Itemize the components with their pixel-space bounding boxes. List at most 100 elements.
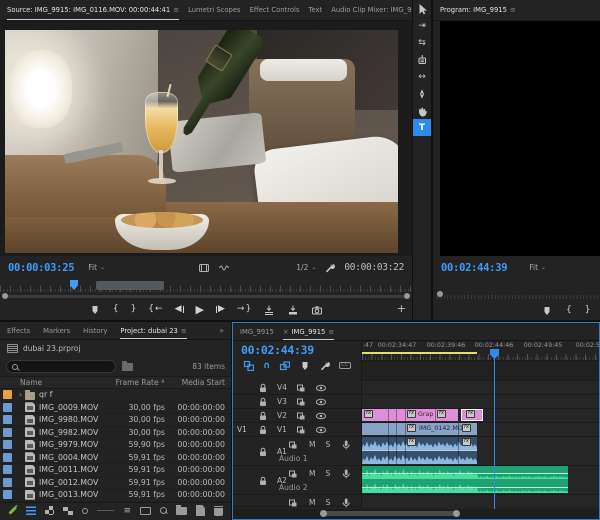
tab-history[interactable]: History: [83, 322, 107, 339]
audio-clip-a2[interactable]: [362, 466, 568, 493]
overwrite-button[interactable]: [287, 304, 299, 316]
source-scrubber[interactable]: [0, 279, 412, 292]
tab-markers[interactable]: Markers: [43, 322, 70, 339]
zoom-slider-track[interactable]: [97, 510, 114, 511]
solo-button[interactable]: S: [325, 498, 330, 507]
tab-program[interactable]: Program: IMG_9915 ≡: [440, 0, 516, 20]
settings-wrench-icon[interactable]: [324, 262, 336, 274]
video-clip[interactable]: fx IMG_0142.MOV fx: [362, 423, 477, 435]
expander-icon[interactable]: ›: [16, 390, 25, 399]
new-item-button[interactable]: [196, 505, 205, 516]
source-current-timecode[interactable]: 00:00:03:25: [8, 262, 74, 274]
tab-source[interactable]: Source: IMG_9915: IMG_0116.MOV: 00:00:44…: [7, 0, 179, 20]
solo-button[interactable]: S: [325, 440, 330, 449]
hand-tool[interactable]: [413, 102, 431, 119]
track-header-a2[interactable]: A2 M S Audio 2: [233, 466, 361, 495]
program-zoom-select[interactable]: Fit ⌄: [529, 263, 546, 272]
toggle-output-eye-icon[interactable]: [315, 424, 327, 436]
scrollbar-handle-right[interactable]: [404, 293, 410, 299]
delete-button[interactable]: [214, 505, 223, 516]
timeline-playhead-timecode[interactable]: 00:02:44:39: [241, 343, 361, 357]
track-header-v3[interactable]: V3: [233, 395, 361, 409]
source-patch-v1[interactable]: V1: [237, 425, 247, 434]
timeline-playhead[interactable]: [494, 349, 495, 509]
new-search-bin-icon[interactable]: [122, 363, 133, 371]
playback-resolution-select[interactable]: 1/2 ⌄: [296, 263, 316, 272]
table-row[interactable]: IMG_0011.MOV 59,91 fps 00:00:00:00: [0, 464, 231, 477]
track-name[interactable]: Audio 2: [279, 483, 307, 492]
step-forward-button[interactable]: ▶: [216, 305, 225, 314]
label-color-chip[interactable]: [3, 415, 12, 424]
table-row[interactable]: IMG_0012.MOV 59,91 fps 00:00:00:00: [0, 477, 231, 490]
icon-view-button[interactable]: [45, 505, 54, 516]
freeform-view-button[interactable]: [63, 505, 73, 516]
column-name[interactable]: Name: [0, 378, 109, 387]
close-icon[interactable]: ×: [283, 328, 289, 336]
tab-sequence-1[interactable]: IMG_9915: [240, 323, 274, 340]
go-to-out-button[interactable]: →}: [237, 305, 251, 314]
track-id[interactable]: V2: [277, 411, 287, 420]
voiceover-mic-icon[interactable]: [340, 497, 352, 508]
mute-button[interactable]: M: [309, 440, 315, 449]
insert-button[interactable]: [263, 304, 275, 316]
mute-button[interactable]: M: [309, 469, 315, 478]
track-v4-content[interactable]: [362, 381, 599, 395]
add-marker-button[interactable]: [541, 305, 553, 317]
sync-lock-icon[interactable]: [295, 396, 307, 407]
label-color-chip[interactable]: [3, 403, 12, 412]
voiceover-mic-icon[interactable]: [340, 439, 352, 450]
track-id[interactable]: V3: [277, 397, 287, 406]
drag-audio-icon[interactable]: [218, 262, 230, 274]
panel-menu-icon[interactable]: ≡: [173, 6, 179, 14]
step-back-button[interactable]: ◀: [175, 305, 184, 314]
ripple-edit-tool[interactable]: ⇆: [413, 34, 431, 51]
solo-button[interactable]: S: [325, 469, 330, 478]
tab-effect-controls[interactable]: Effect Controls: [250, 0, 300, 20]
drag-video-icon[interactable]: [198, 262, 210, 274]
timeline-ruler[interactable]: :47 00:02:34:47 00:02:39:46 00:02:44:46 …: [362, 341, 599, 361]
search-input[interactable]: [6, 360, 116, 373]
mute-button[interactable]: M: [309, 498, 315, 507]
scrollbar-thumb[interactable]: [322, 511, 458, 516]
tab-project[interactable]: Project: dubai 23 ≡: [120, 322, 186, 339]
add-marker-button[interactable]: [89, 304, 101, 316]
program-video-area[interactable]: [440, 21, 600, 256]
audio-clip-a1[interactable]: fx fx: [362, 437, 477, 464]
column-frame-rate[interactable]: Frame Rate ∧: [109, 378, 165, 387]
timeline-horizontal-scrollbar[interactable]: [233, 509, 599, 519]
toggle-output-eye-icon[interactable]: [315, 410, 327, 422]
column-media-start[interactable]: Media Start: [165, 378, 231, 387]
graphic-clip-selected[interactable]: fx: [461, 409, 483, 421]
table-row[interactable]: IMG_0004.MOV 59,91 fps 00:00:00:00: [0, 452, 231, 465]
label-color-chip[interactable]: [3, 490, 12, 499]
track-name[interactable]: Audio 1: [279, 454, 307, 463]
track-id[interactable]: V4: [277, 383, 287, 392]
track-header-a3[interactable]: M S: [233, 495, 361, 507]
export-frame-button[interactable]: [311, 304, 323, 316]
tab-audio-clip-mixer[interactable]: Audio Clip Mixer: IMG_991: [331, 0, 412, 20]
graphic-clip[interactable]: fx fx Grap fx: [362, 409, 458, 421]
play-button[interactable]: ▶: [196, 304, 204, 315]
button-editor-button[interactable]: +: [397, 302, 406, 315]
label-color-chip[interactable]: [3, 465, 12, 474]
program-scrubber[interactable]: [437, 291, 600, 299]
track-select-tool[interactable]: ⇥: [413, 17, 431, 34]
table-row[interactable]: IMG_0009.MOV 30,00 fps 00:00:00:00: [0, 402, 231, 415]
pen-tool[interactable]: [413, 85, 431, 102]
tab-lumetri-scopes[interactable]: Lumetri Scopes: [188, 0, 241, 20]
track-header-a1[interactable]: A1 M S Audio 1: [233, 437, 361, 466]
lock-icon[interactable]: [257, 382, 269, 393]
project-file-row[interactable]: dubai 23.prproj: [0, 340, 231, 357]
find-button[interactable]: [160, 505, 167, 516]
selection-tool[interactable]: [413, 0, 431, 17]
label-color-chip[interactable]: [3, 453, 12, 462]
table-row[interactable]: IMG_0013.MOV 59,91 fps 00:00:00:00: [0, 489, 231, 502]
table-row[interactable]: › qr f: [0, 389, 231, 402]
lock-icon[interactable]: [257, 396, 269, 407]
sync-lock-icon[interactable]: [295, 410, 307, 421]
label-color-chip[interactable]: [3, 428, 12, 437]
table-row[interactable]: IMG_9979.MOV 59,90 fps 00:00:00:00: [0, 439, 231, 452]
track-a3-content[interactable]: [362, 495, 599, 507]
track-v3-content[interactable]: [362, 395, 599, 409]
track-header-v2[interactable]: V2: [233, 409, 361, 423]
